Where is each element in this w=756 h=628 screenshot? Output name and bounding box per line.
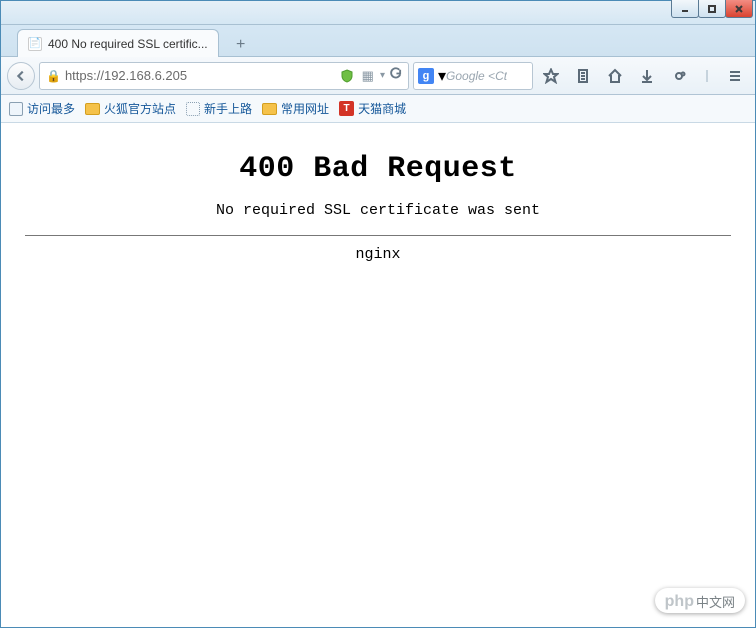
watermark-text: 中文网 bbox=[696, 592, 735, 611]
folder-icon bbox=[262, 103, 277, 115]
bookmark-label: 火狐官方站点 bbox=[104, 100, 176, 117]
bookmark-label: 天猫商城 bbox=[358, 100, 406, 117]
bookmark-label: 访问最多 bbox=[27, 100, 75, 117]
bookmark-item[interactable]: 访问最多 bbox=[9, 100, 75, 117]
puzzle-icon bbox=[671, 68, 687, 84]
window-controls bbox=[672, 0, 753, 18]
window-titlebar bbox=[1, 1, 755, 25]
watermark-brand: php bbox=[665, 593, 694, 611]
window-close-button[interactable] bbox=[725, 0, 753, 18]
reload-button[interactable] bbox=[389, 67, 402, 85]
folder-icon bbox=[85, 103, 100, 115]
search-bar[interactable]: g ▾ Google <Ct bbox=[413, 62, 533, 90]
reading-list-button[interactable] bbox=[569, 62, 597, 90]
tab-title: 400 No required SSL certific... bbox=[48, 37, 208, 51]
hamburger-icon bbox=[727, 68, 743, 84]
watermark: php 中文网 bbox=[655, 588, 745, 613]
error-subtitle: No required SSL certificate was sent bbox=[2, 202, 754, 219]
bookmark-item[interactable]: T 天猫商城 bbox=[339, 100, 406, 117]
tab-strip: 📄 400 No required SSL certific... + bbox=[1, 25, 755, 57]
menu-button[interactable] bbox=[721, 62, 749, 90]
bookmark-item[interactable]: 常用网址 bbox=[262, 100, 329, 117]
bookmark-item[interactable]: 新手上路 bbox=[186, 100, 252, 117]
bookmark-label: 新手上路 bbox=[204, 100, 252, 117]
doc-icon bbox=[186, 102, 200, 116]
new-tab-button[interactable]: + bbox=[229, 34, 253, 56]
plus-icon: + bbox=[236, 36, 245, 54]
tab-active[interactable]: 📄 400 No required SSL certific... bbox=[17, 29, 219, 57]
nav-toolbar: 🔒 https://192.168.6.205 ▦ ▾ g ▾ Google <… bbox=[1, 57, 755, 95]
toolbar-separator bbox=[697, 62, 717, 90]
lock-icon: 🔒 bbox=[46, 69, 61, 83]
qr-icon[interactable]: ▦ bbox=[362, 68, 374, 84]
error-heading: 400 Bad Request bbox=[2, 152, 754, 186]
addon-button[interactable] bbox=[665, 62, 693, 90]
shield-icon[interactable] bbox=[340, 69, 354, 83]
bookmark-label: 常用网址 bbox=[281, 100, 329, 117]
url-text: https://192.168.6.205 bbox=[65, 68, 336, 83]
home-button[interactable] bbox=[601, 62, 629, 90]
star-icon bbox=[543, 68, 559, 84]
address-bar[interactable]: 🔒 https://192.168.6.205 ▦ ▾ bbox=[39, 62, 409, 90]
server-name: nginx bbox=[2, 246, 754, 263]
page-viewport: 400 Bad Request No required SSL certific… bbox=[2, 124, 754, 626]
window-maximize-button[interactable] bbox=[698, 0, 726, 18]
arrow-left-icon bbox=[14, 69, 28, 83]
dropdown-icon[interactable]: ▾ bbox=[380, 70, 385, 81]
divider bbox=[25, 235, 732, 236]
window-minimize-button[interactable] bbox=[671, 0, 699, 18]
bookmark-item[interactable]: 火狐官方站点 bbox=[85, 100, 176, 117]
back-button[interactable] bbox=[7, 62, 35, 90]
bookmarks-bar: 访问最多 火狐官方站点 新手上路 常用网址 T 天猫商城 bbox=[1, 95, 755, 123]
search-placeholder: Google <Ct bbox=[446, 69, 507, 83]
page-icon bbox=[9, 102, 23, 116]
bookmark-star-button[interactable] bbox=[537, 62, 565, 90]
google-icon: g bbox=[418, 68, 434, 84]
document-icon: 📄 bbox=[28, 37, 42, 51]
tmall-icon: T bbox=[339, 101, 354, 116]
downloads-button[interactable] bbox=[633, 62, 661, 90]
clipboard-icon bbox=[575, 68, 591, 84]
download-icon bbox=[639, 68, 655, 84]
reload-icon bbox=[389, 67, 402, 80]
error-page: 400 Bad Request No required SSL certific… bbox=[2, 152, 754, 263]
search-dropdown-icon[interactable]: ▾ bbox=[438, 66, 446, 86]
home-icon bbox=[607, 68, 623, 84]
